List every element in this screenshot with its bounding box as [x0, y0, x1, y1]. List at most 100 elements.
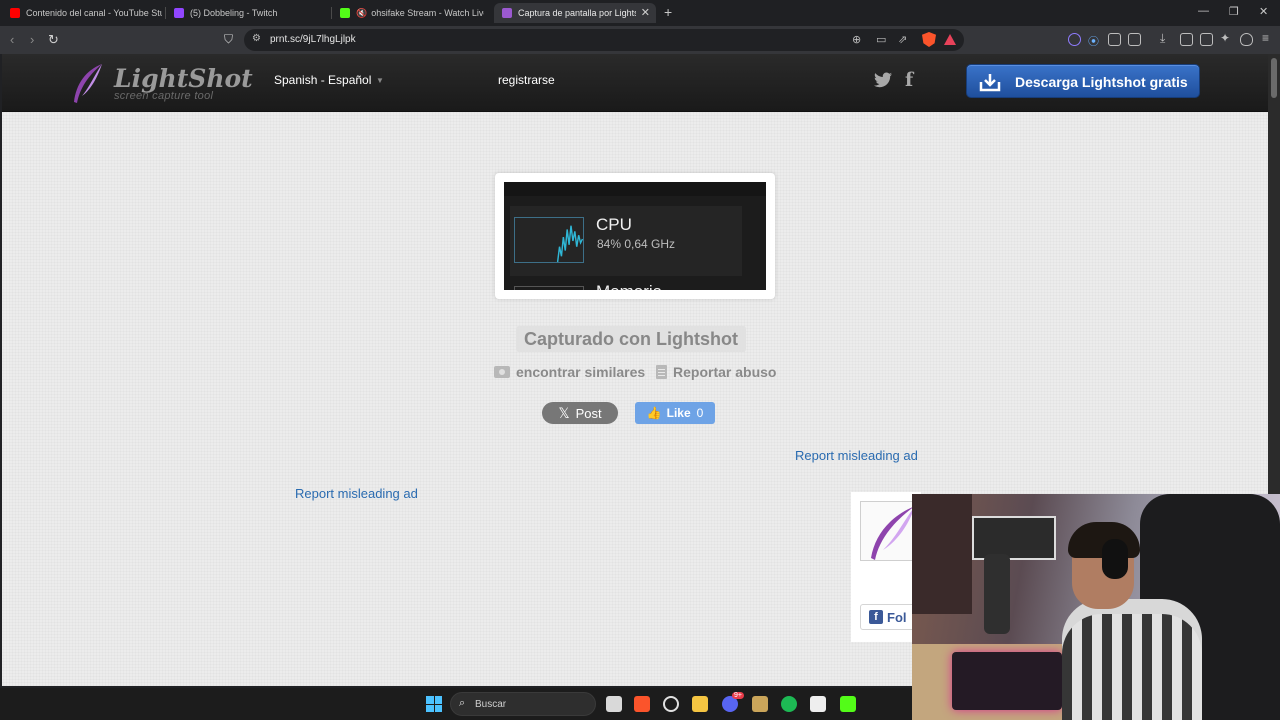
- webcam-keyboard: [952, 652, 1062, 710]
- address-bar[interactable]: ⚙ prnt.sc/9jL7lhgLjlpk ⊕ ▭ ⇗: [244, 29, 964, 51]
- report-abuse-link[interactable]: Reportar abuso: [656, 364, 776, 380]
- tab-youtube-studio[interactable]: Contenido del canal - YouTube Studio: [2, 3, 162, 23]
- vpn-shield-icon[interactable]: [1240, 33, 1253, 46]
- screenshot-image[interactable]: CPU 84% 0,64 GHz Memoria: [504, 182, 766, 290]
- tab-lightshot[interactable]: Captura de pantalla por Lightshot ✕: [494, 3, 656, 23]
- tab-title: Contenido del canal - YouTube Studio: [26, 8, 162, 18]
- download-icon: [979, 74, 1001, 92]
- restore-icon[interactable]: ❐: [1229, 5, 1239, 18]
- language-selector[interactable]: Spanish - Español: [274, 73, 371, 87]
- lightshot-feather-logo-icon[interactable]: [68, 62, 106, 106]
- webcam-striped-shirt: [1062, 614, 1202, 720]
- url-text[interactable]: prnt.sc/9jL7lhgLjlpk: [270, 34, 356, 45]
- scrollbar-thumb[interactable]: [1271, 58, 1277, 98]
- obs-icon[interactable]: [810, 696, 826, 712]
- site-settings-icon[interactable]: ⚙: [252, 33, 261, 44]
- brave-rewards-icon[interactable]: [944, 34, 956, 45]
- x-post-button[interactable]: 𝕏 Post: [542, 402, 618, 424]
- facebook-like-button[interactable]: 👍 Like 0: [635, 402, 715, 424]
- report-misleading-ad-link[interactable]: Report misleading ad: [295, 486, 418, 501]
- download-lightshot-button[interactable]: Descarga Lightshot gratis: [966, 64, 1200, 98]
- lightshot-feather-icon: [502, 8, 512, 18]
- forward-icon[interactable]: ›: [30, 32, 34, 47]
- facebook-icon[interactable]: f: [905, 69, 913, 91]
- report-abuse-label[interactable]: Reportar abuso: [673, 364, 776, 380]
- tab-kick[interactable]: 🔇 ohsifake Stream - Watch Live on Kick: [332, 3, 484, 23]
- tab-title: (5) Dobbeling - Twitch: [190, 8, 278, 18]
- follow-label: Fol: [887, 609, 907, 625]
- webcam-overlay: [912, 494, 1280, 720]
- register-link[interactable]: registrarse: [498, 73, 555, 87]
- like-count: 0: [696, 406, 704, 420]
- kick-app-icon[interactable]: [840, 696, 856, 712]
- taskbar-search[interactable]: ⌕ Buscar: [450, 692, 596, 716]
- close-tab-icon[interactable]: ✕: [641, 6, 650, 19]
- file-explorer-icon[interactable]: [692, 696, 708, 712]
- tab-title: Captura de pantalla por Lightshot: [518, 8, 636, 18]
- minimize-icon[interactable]: —: [1198, 5, 1209, 17]
- brave-shield-icon[interactable]: [922, 32, 936, 47]
- tab-twitch[interactable]: (5) Dobbeling - Twitch: [166, 3, 328, 23]
- x-logo-icon: 𝕏: [558, 404, 570, 421]
- back-icon[interactable]: ‹: [10, 32, 14, 47]
- webcam-poster: [912, 494, 972, 614]
- task-view-icon[interactable]: [606, 696, 622, 712]
- sidebar-icon[interactable]: [1180, 33, 1193, 46]
- cast-icon[interactable]: ▭: [876, 33, 886, 46]
- twitter-icon[interactable]: [874, 72, 892, 88]
- report-misleading-ad-link[interactable]: Report misleading ad: [795, 448, 918, 463]
- kick-icon: [340, 8, 350, 18]
- webcam-wall-sign: [972, 516, 1056, 560]
- search-icon: ⌕: [459, 697, 466, 709]
- reload-icon[interactable]: ↻: [48, 32, 59, 48]
- screenshot-card[interactable]: CPU 84% 0,64 GHz Memoria: [495, 173, 775, 299]
- reading-list-icon[interactable]: [1200, 33, 1213, 46]
- windows-start-icon[interactable]: [426, 696, 442, 712]
- facebook-follow-button[interactable]: f Fol: [860, 604, 920, 630]
- search-label: Buscar: [475, 699, 507, 710]
- extension-feather-icon[interactable]: [1068, 33, 1081, 46]
- chrome-icon[interactable]: [663, 696, 679, 712]
- menu-icon[interactable]: ≡: [1262, 31, 1275, 45]
- tab-title: ohsifake Stream - Watch Live on Kick: [371, 8, 484, 18]
- facebook-square-icon: f: [869, 610, 883, 624]
- logo-text[interactable]: LightShot: [114, 64, 253, 93]
- lightshot-feather-icon: [871, 506, 915, 560]
- webcam-headset: [1102, 539, 1128, 579]
- captured-with-lightshot: Capturado con Lightshot: [516, 326, 746, 352]
- twitch-icon: [174, 8, 184, 18]
- bookmark-icon[interactable]: ⛉: [224, 32, 233, 47]
- wallet-icon[interactable]: ⦿: [1088, 33, 1101, 48]
- logo-subtitle: screen capture tool: [114, 90, 214, 102]
- tab-strip: Contenido del canal - YouTube Studio (5)…: [0, 0, 1280, 26]
- new-tab-icon[interactable]: +: [664, 4, 672, 20]
- share-icon[interactable]: ⇗: [898, 33, 907, 46]
- cpu-value: 84% 0,64 GHz: [597, 237, 676, 251]
- window-close-icon[interactable]: ✕: [1259, 5, 1268, 18]
- discord-badge: 9+: [732, 692, 744, 699]
- memory-graph-icon: [514, 286, 584, 290]
- chevron-down-icon[interactable]: ▼: [376, 76, 384, 85]
- zoom-icon[interactable]: ⊕: [852, 33, 861, 46]
- webcam-bottle: [984, 554, 1010, 634]
- spotify-icon[interactable]: [781, 696, 797, 712]
- extensions-puzzle-icon[interactable]: [1108, 33, 1121, 46]
- find-similar-link[interactable]: encontrar similares: [494, 364, 645, 380]
- memory-title: Memoria: [596, 282, 662, 290]
- minecraft-icon[interactable]: [752, 696, 768, 712]
- side-widget: f Fol: [851, 492, 921, 642]
- cpu-graph-icon: [514, 217, 584, 263]
- camera-icon: [494, 366, 510, 378]
- media-icon[interactable]: [1128, 33, 1141, 46]
- brave-browser-icon[interactable]: [634, 696, 650, 712]
- thumbs-up-icon: 👍: [646, 406, 662, 420]
- muted-speaker-icon[interactable]: 🔇: [356, 8, 367, 19]
- downloads-icon[interactable]: ⤓: [1160, 31, 1173, 45]
- post-label: Post: [575, 405, 602, 421]
- find-similar-label[interactable]: encontrar similares: [516, 364, 645, 380]
- leo-ai-icon[interactable]: ✦: [1220, 31, 1233, 45]
- lightshot-header: LightShot screen capture tool Spanish - …: [2, 54, 1268, 112]
- image-topbar: [504, 182, 766, 196]
- download-button-label: Descarga Lightshot gratis: [1015, 74, 1188, 90]
- lightshot-thumbnail[interactable]: [860, 501, 916, 561]
